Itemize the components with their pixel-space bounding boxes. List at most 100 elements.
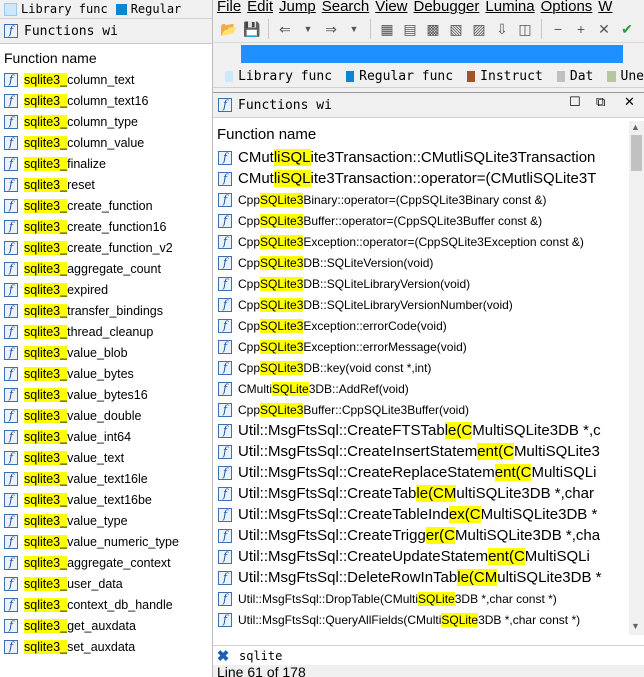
data-icon[interactable]: ▩: [423, 19, 443, 39]
scroll-up-icon[interactable]: ▲: [631, 122, 640, 132]
function-icon: f: [218, 444, 232, 459]
list-item[interactable]: f sqlite3_value_bytes: [0, 363, 212, 384]
list-item[interactable]: f sqlite3_value_bytes16: [0, 384, 212, 405]
table-row[interactable]: f CppSQLite3Binary::operator=(CppSQLite3B…: [213, 189, 644, 210]
back-icon[interactable]: ⇐: [275, 19, 295, 39]
table-row[interactable]: f CppSQLite3DB::SQLiteLibraryVersionNumbe…: [213, 294, 644, 315]
list-item[interactable]: f sqlite3_aggregate_context: [0, 552, 212, 573]
menu-item[interactable]: Lumina: [485, 0, 534, 16]
list-item[interactable]: f sqlite3_thread_cleanup: [0, 321, 212, 342]
search-input[interactable]: [237, 648, 621, 664]
list-item[interactable]: f sqlite3_column_type: [0, 111, 212, 132]
func-icon[interactable]: ▨: [469, 19, 489, 39]
left-column-header[interactable]: Function name: [0, 44, 212, 69]
toolbar-separator: [541, 19, 542, 39]
list-item[interactable]: f sqlite3_context_db_handle: [0, 594, 212, 615]
close-icon[interactable]: ✕: [624, 95, 635, 110]
table-row[interactable]: f Util::MsgFtsSql::CreateInsertStatement(…: [213, 441, 644, 462]
table-row[interactable]: f CppSQLite3DB::SQLiteLibraryVersion(void…: [213, 273, 644, 294]
binary-icon[interactable]: ▦: [377, 19, 397, 39]
menu-item[interactable]: Jump: [279, 0, 316, 16]
table-row[interactable]: f Util::MsgFtsSql::CreateTableIndex(CMult…: [213, 504, 644, 525]
table-row[interactable]: f CMutliSQLite3Transaction::operator=(CMu…: [213, 168, 644, 189]
check-icon[interactable]: ✔: [617, 19, 637, 39]
forward-icon[interactable]: ⇒: [321, 19, 341, 39]
code-icon[interactable]: ▤: [400, 19, 420, 39]
menu-item[interactable]: File: [217, 0, 241, 16]
menu-item[interactable]: View: [375, 0, 407, 16]
list-item[interactable]: f sqlite3_value_type: [0, 510, 212, 531]
function-name: sqlite3_aggregate_count: [24, 261, 161, 276]
scroll-down-icon[interactable]: ▼: [631, 621, 640, 631]
list-item[interactable]: f sqlite3_value_text16le: [0, 468, 212, 489]
list-item[interactable]: f sqlite3_column_text16: [0, 90, 212, 111]
list-item[interactable]: f sqlite3_get_auxdata: [0, 615, 212, 636]
function-name-rest: create_function16: [67, 219, 167, 234]
table-row[interactable]: f Util::MsgFtsSql::DropTable(CMultiSQLite…: [213, 588, 644, 609]
list-item[interactable]: f sqlite3_value_text16be: [0, 489, 212, 510]
save-icon[interactable]: 💾: [242, 19, 262, 39]
list-item[interactable]: f sqlite3_value_numeric_type: [0, 531, 212, 552]
menu-item[interactable]: Search: [322, 0, 370, 16]
chevron-down-icon[interactable]: ▼: [298, 19, 318, 39]
table-row[interactable]: f CMutliSQLite3Transaction::CMutliSQLite3…: [213, 147, 644, 168]
table-row[interactable]: f CppSQLite3Exception::operator=(CppSQLit…: [213, 231, 644, 252]
restore-icon[interactable]: ⧉: [596, 95, 605, 110]
table-row[interactable]: f CMultiSQLite3DB::AddRef(void): [213, 378, 644, 399]
left-tab-functions[interactable]: f Functions wi: [0, 19, 212, 44]
function-name: Util::MsgFtsSql::CreateTable(CMultiSQLit…: [238, 485, 594, 502]
table-row[interactable]: f Util::MsgFtsSql::CreateFTSTable(CMultiS…: [213, 420, 644, 441]
navigation-band-bar[interactable]: [241, 45, 623, 63]
table-row[interactable]: f CppSQLite3Exception::errorMessage(void): [213, 336, 644, 357]
function-name-part: MultiSQLite3DB *,c: [472, 422, 601, 439]
menu-item[interactable]: W: [598, 0, 612, 16]
list-item[interactable]: f sqlite3_expired: [0, 279, 212, 300]
vertical-scrollbar[interactable]: ▲ ▼: [629, 121, 644, 635]
table-row[interactable]: f CppSQLite3DB::key(void const *,int): [213, 357, 644, 378]
chevron-down-icon[interactable]: ▼: [344, 19, 364, 39]
menu-item[interactable]: Edit: [247, 0, 273, 16]
table-row[interactable]: f CppSQLite3Buffer::operator=(CppSQLite3B…: [213, 210, 644, 231]
list-item[interactable]: f sqlite3_create_function_v2: [0, 237, 212, 258]
function-name: sqlite3_value_bytes: [24, 366, 134, 381]
list-item[interactable]: f sqlite3_value_text: [0, 447, 212, 468]
list-item[interactable]: f sqlite3_user_data: [0, 573, 212, 594]
list-item[interactable]: f sqlite3_value_int64: [0, 426, 212, 447]
table-row[interactable]: f CppSQLite3Buffer::CppSQLite3Buffer(void…: [213, 399, 644, 420]
clear-filter-icon[interactable]: ✖: [213, 647, 233, 665]
function-icon: f: [4, 597, 18, 612]
list-item[interactable]: f sqlite3_value_blob: [0, 342, 212, 363]
list-item[interactable]: f sqlite3_transfer_bindings: [0, 300, 212, 321]
close-icon[interactable]: ✕: [594, 19, 614, 39]
table-row[interactable]: f Util::MsgFtsSql::DeleteRowInTable(CMult…: [213, 567, 644, 588]
graph-icon[interactable]: ◫: [515, 19, 535, 39]
down-icon[interactable]: ⇩: [492, 19, 512, 39]
right-column-header[interactable]: Function name: [213, 118, 644, 147]
list-item[interactable]: f sqlite3_column_value: [0, 132, 212, 153]
table-row[interactable]: f Util::MsgFtsSql::CreateTable(CMultiSQLi…: [213, 483, 644, 504]
open-icon[interactable]: 📂: [219, 19, 239, 39]
list-item[interactable]: f sqlite3_finalize: [0, 153, 212, 174]
list-item[interactable]: f sqlite3_set_auxdata: [0, 636, 212, 657]
minus-icon[interactable]: −: [548, 19, 568, 39]
list-item[interactable]: f sqlite3_aggregate_count: [0, 258, 212, 279]
function-name-part: ultiSQLite3DB *: [497, 569, 602, 586]
scrollbar-thumb[interactable]: [631, 135, 642, 171]
list-item[interactable]: f sqlite3_column_text: [0, 69, 212, 90]
list-item[interactable]: f sqlite3_create_function16: [0, 216, 212, 237]
table-row[interactable]: f Util::MsgFtsSql::CreateReplaceStatement…: [213, 462, 644, 483]
menu-item[interactable]: Debugger: [414, 0, 480, 16]
maximize-icon[interactable]: ☐: [569, 95, 581, 110]
list-item[interactable]: f sqlite3_reset: [0, 174, 212, 195]
menu-item[interactable]: Options: [541, 0, 593, 16]
table-row[interactable]: f CppSQLite3Exception::errorCode(void): [213, 315, 644, 336]
list-item[interactable]: f sqlite3_create_function: [0, 195, 212, 216]
table-row[interactable]: f CppSQLite3DB::SQLiteVersion(void): [213, 252, 644, 273]
table-row[interactable]: f Util::MsgFtsSql::QueryAllFields(CMultiS…: [213, 609, 644, 630]
plus-icon[interactable]: +: [571, 19, 591, 39]
struct-icon[interactable]: ▧: [446, 19, 466, 39]
table-row[interactable]: f Util::MsgFtsSql::CreateTrigger(CMultiSQ…: [213, 525, 644, 546]
table-row[interactable]: f Util::MsgFtsSql::CreateUpdateStatement(…: [213, 546, 644, 567]
function-icon: f: [4, 177, 18, 192]
list-item[interactable]: f sqlite3_value_double: [0, 405, 212, 426]
